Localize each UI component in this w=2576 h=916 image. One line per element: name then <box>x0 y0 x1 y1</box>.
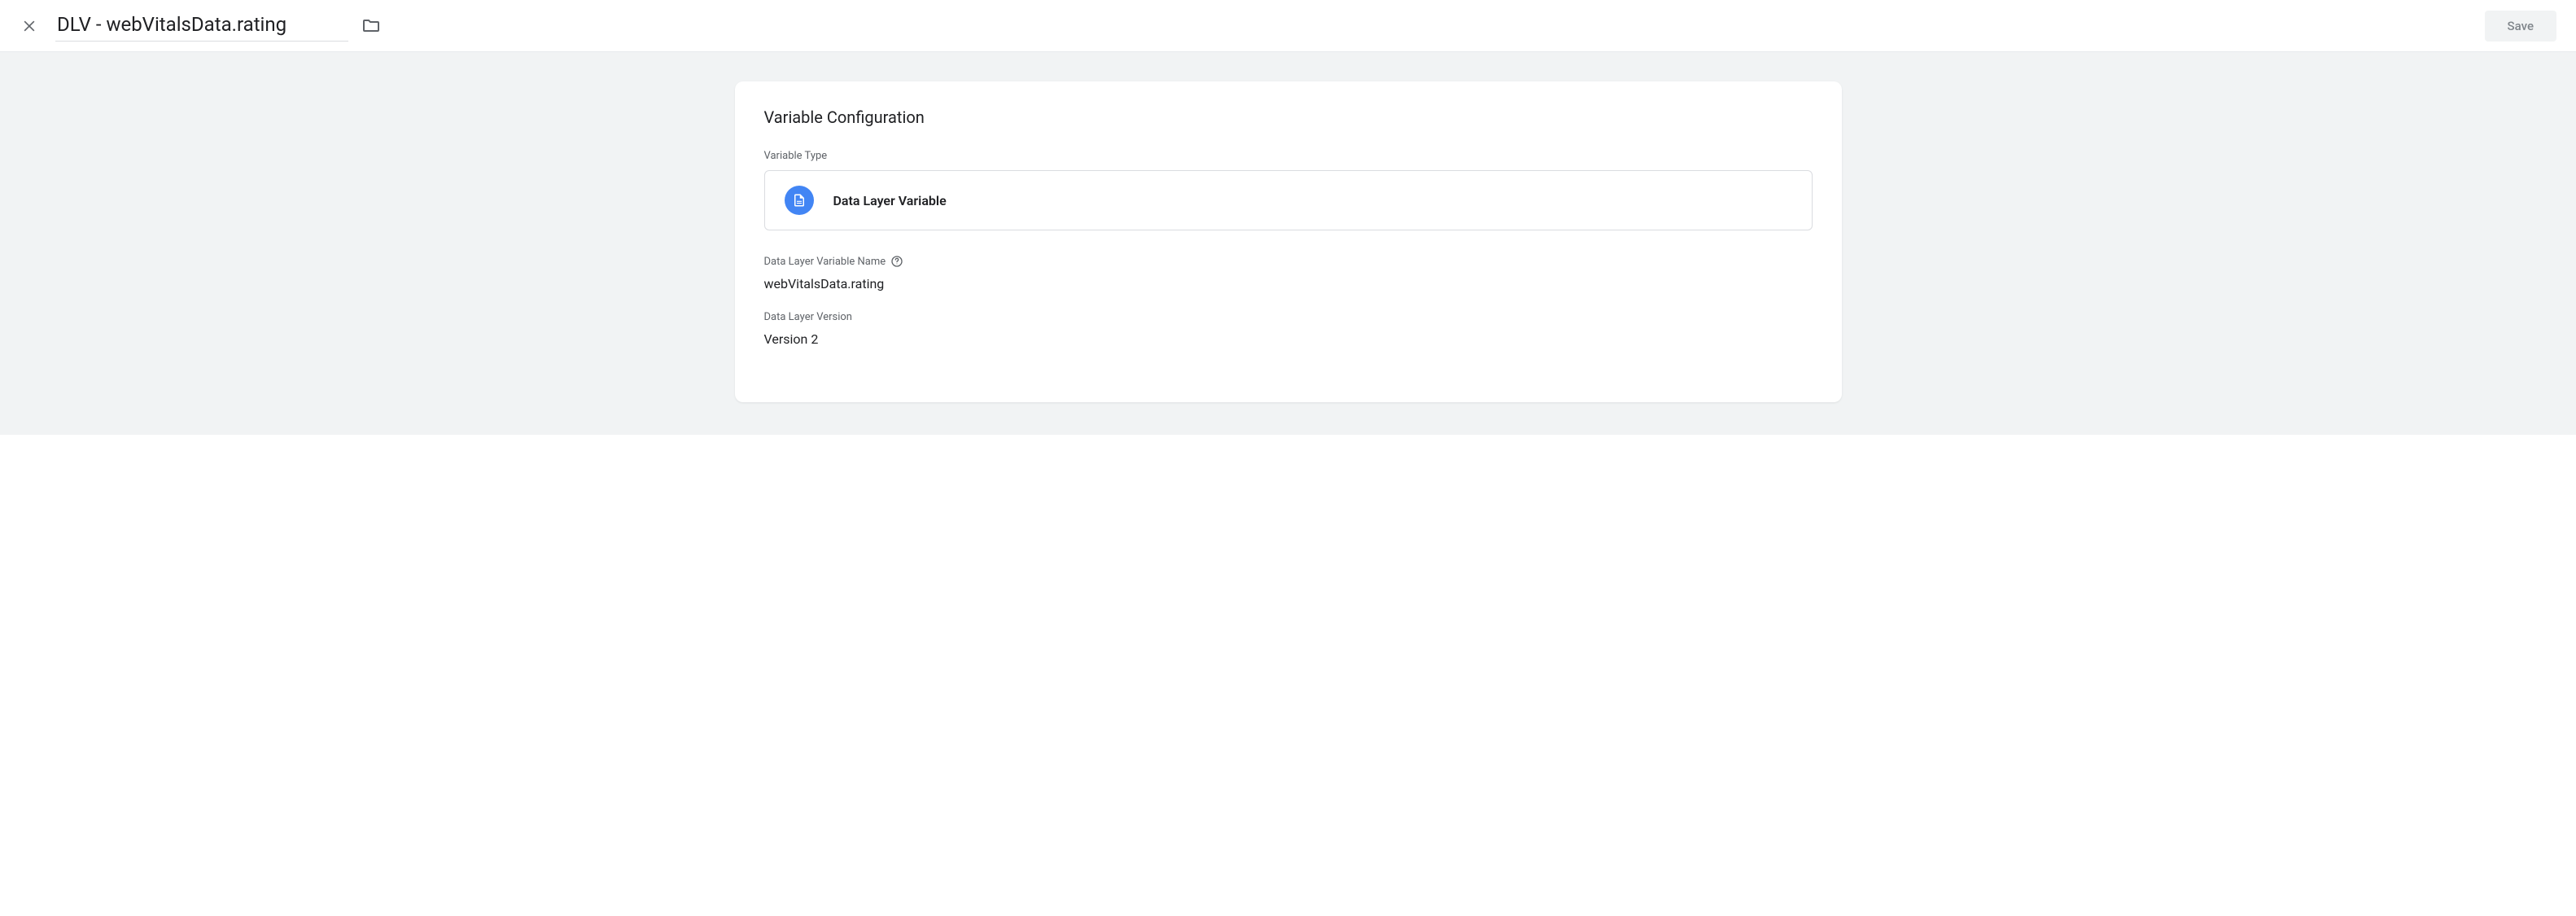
dlv-name-field: Data Layer Variable Name webVitalsData.r… <box>764 255 1813 291</box>
folder-button[interactable] <box>360 15 383 37</box>
variable-type-selector[interactable]: Data Layer Variable <box>764 170 1813 230</box>
dlv-version-value: Version 2 <box>764 331 1813 347</box>
card-heading: Variable Configuration <box>764 107 1813 127</box>
close-icon <box>21 18 37 34</box>
variable-type-value: Data Layer Variable <box>833 193 947 208</box>
dlv-name-value: webVitalsData.rating <box>764 276 1813 291</box>
dlv-version-label: Data Layer Version <box>764 311 1813 323</box>
variable-type-label: Variable Type <box>764 150 1813 162</box>
save-button[interactable]: Save <box>2485 11 2556 42</box>
dlv-name-label: Data Layer Variable Name <box>764 255 1813 268</box>
close-button[interactable] <box>20 16 39 36</box>
help-icon[interactable] <box>890 255 903 268</box>
dlv-name-label-text: Data Layer Variable Name <box>764 256 886 268</box>
variable-configuration-card: Variable Configuration Variable Type Dat… <box>735 81 1842 402</box>
data-layer-variable-icon <box>785 186 814 215</box>
header-bar: Save <box>0 0 2576 52</box>
folder-icon <box>361 16 381 36</box>
variable-title-input[interactable] <box>55 10 348 42</box>
content-area: Variable Configuration Variable Type Dat… <box>0 52 2576 435</box>
dlv-version-field: Data Layer Version Version 2 <box>764 311 1813 347</box>
